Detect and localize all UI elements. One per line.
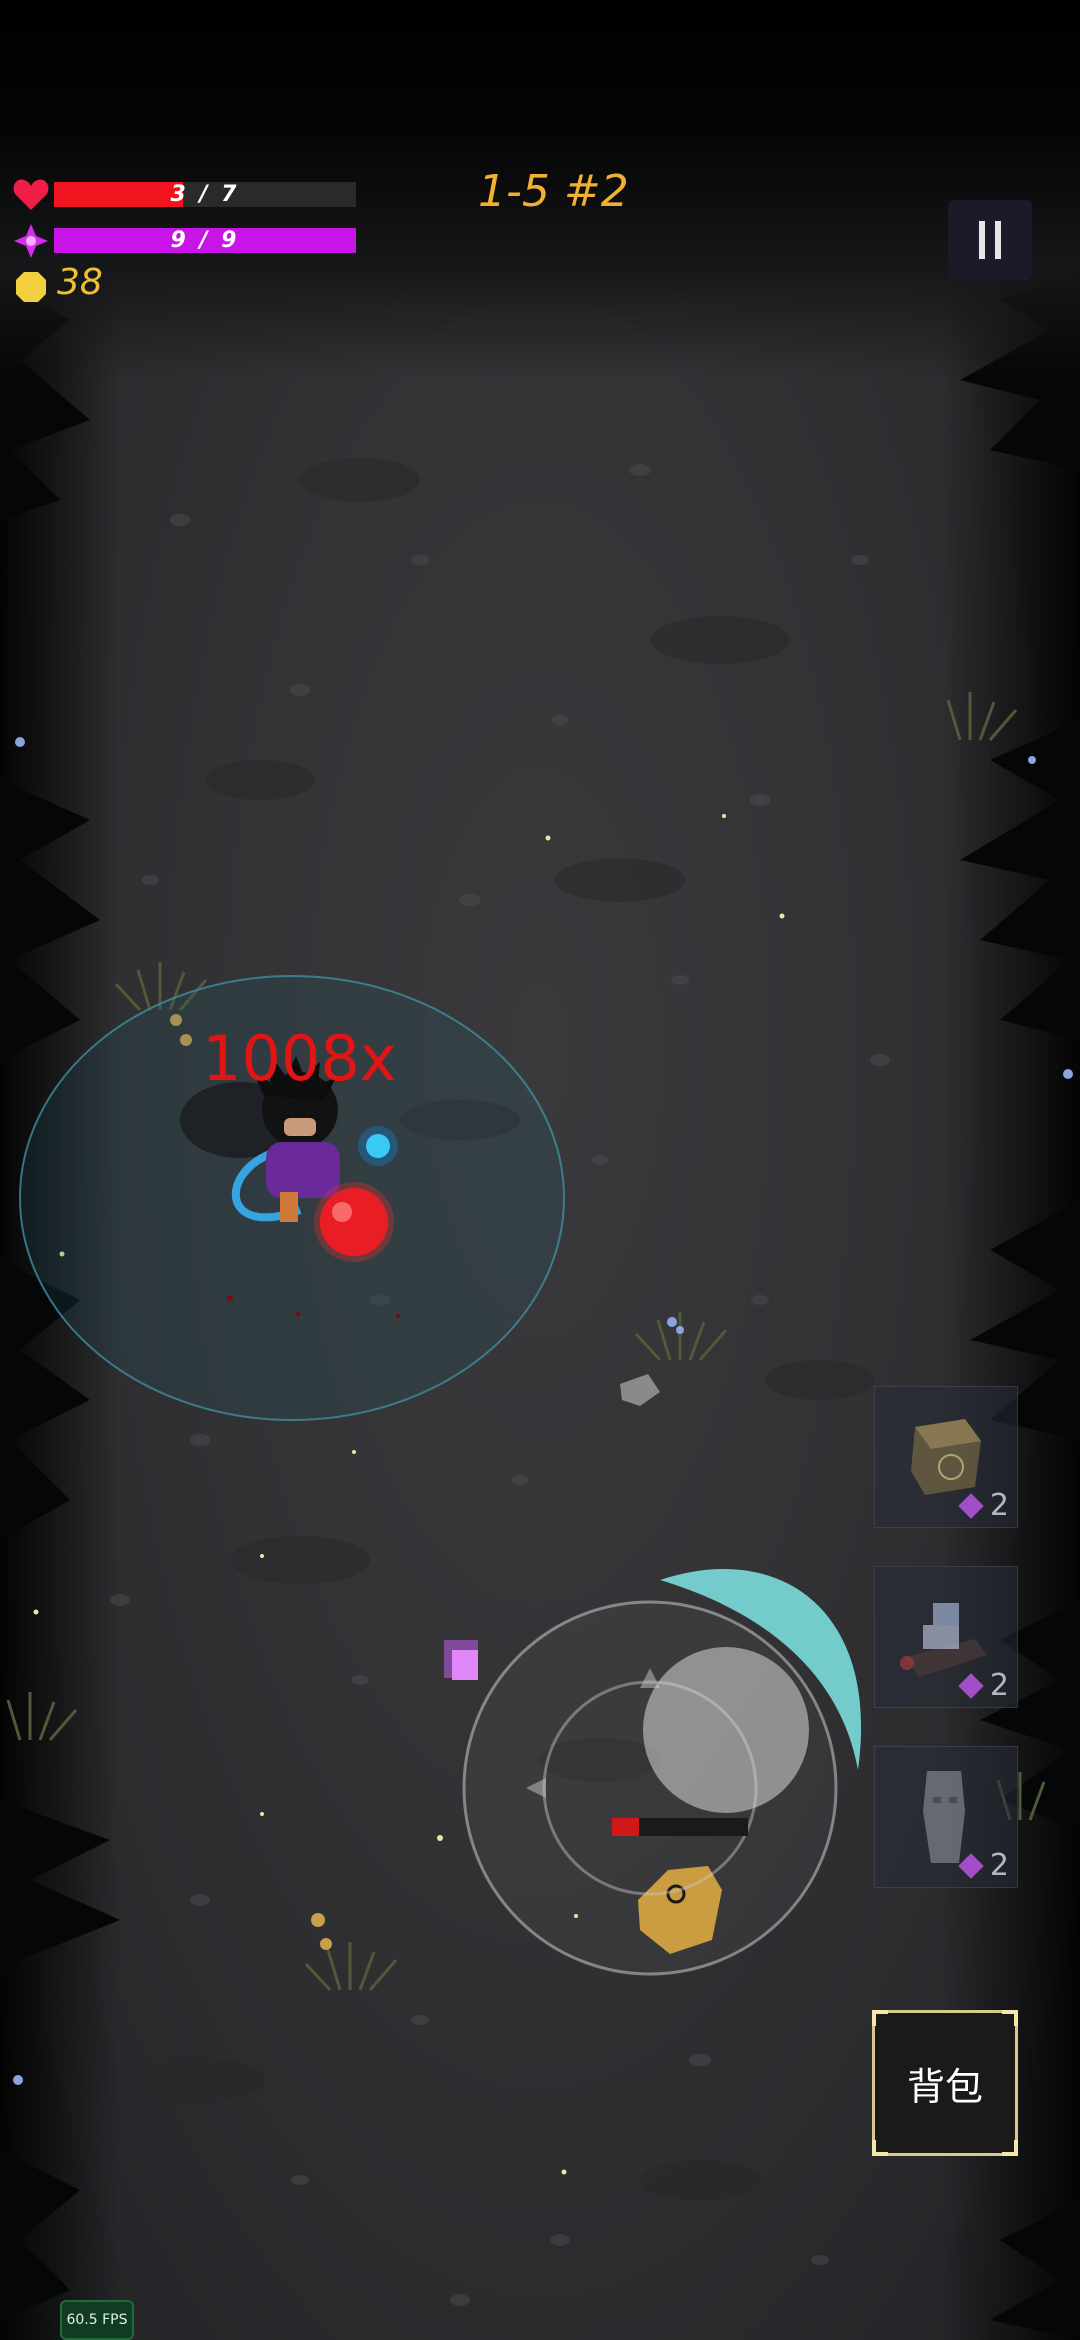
mana-bar: 9 / 9 xyxy=(54,228,356,253)
backpack-label: 背包 xyxy=(906,2064,983,2109)
skill-cost: 2 xyxy=(958,1488,1009,1523)
mana-gem-icon xyxy=(958,1852,984,1879)
level-indicator: 1-5 #2 xyxy=(478,166,629,217)
rock xyxy=(620,1374,660,1406)
fps-counter: 60.5 FPS xyxy=(60,2300,134,2340)
skill-slot-anvil[interactable]: 2 xyxy=(874,1566,1018,1708)
corner-decoration xyxy=(872,2140,888,2156)
heart-icon xyxy=(13,179,49,210)
health-bar: 3 / 7 xyxy=(54,182,356,207)
skill-cost: 2 xyxy=(958,1848,1009,1883)
damage-popup: 1008x xyxy=(202,1022,397,1095)
gold-amount: 38 xyxy=(57,262,103,303)
mana-gem-icon xyxy=(958,1492,984,1519)
gold-coin-icon xyxy=(16,272,46,302)
corner-decoration xyxy=(1002,2140,1018,2156)
mana-text: 9 / 9 xyxy=(170,228,240,253)
skill-cost: 2 xyxy=(958,1668,1009,1703)
corner-decoration xyxy=(872,2010,888,2026)
health-text: 3 / 7 xyxy=(170,182,240,207)
pause-icon xyxy=(979,221,1001,259)
backpack-button[interactable]: 背包 xyxy=(872,2010,1018,2156)
skill-slot-rune-box[interactable]: 2 xyxy=(874,1386,1018,1528)
blue-orb xyxy=(366,1134,390,1158)
mana-crystal-icon xyxy=(14,224,48,258)
enemy-health-fill xyxy=(612,1818,640,1836)
skill-slot-stone-statue[interactable]: 2 xyxy=(874,1746,1018,1888)
enemy-health-bar xyxy=(612,1818,748,1836)
corner-decoration xyxy=(1002,2010,1018,2026)
pause-button[interactable] xyxy=(948,200,1032,280)
red-orb xyxy=(320,1188,388,1256)
mana-gem-icon xyxy=(958,1672,984,1699)
purple-pickup xyxy=(452,1650,478,1680)
joystick-knob xyxy=(643,1647,809,1813)
game-viewport[interactable]: 3 / 7 9 / 9 38 1-5 #2 1008x 2 2 2 背包 60.… xyxy=(0,0,1080,2340)
